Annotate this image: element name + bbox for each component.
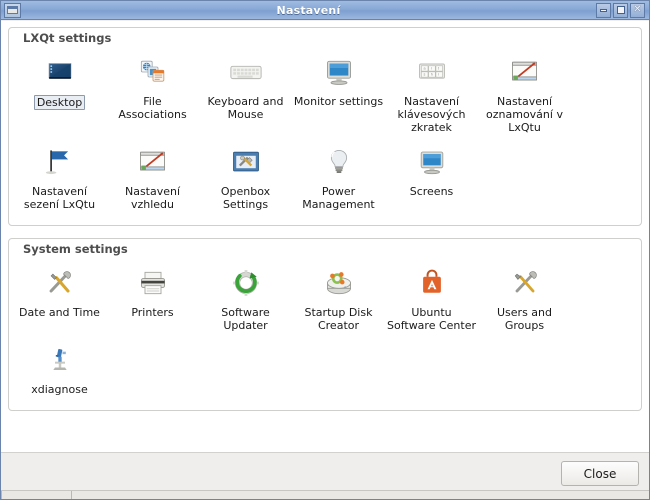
screens-monitor-icon <box>412 142 452 182</box>
window-controls: ✕ <box>596 2 645 18</box>
close-icon: ✕ <box>633 4 642 15</box>
svg-text:h: h <box>430 73 432 77</box>
group-lxqt-settings: LXQt settings Desktop File Associations Ke… <box>8 27 642 226</box>
settings-item-label: Users and Groups <box>497 306 552 332</box>
file-associations-icon <box>133 52 173 92</box>
group-title-system: System settings <box>19 242 132 256</box>
system-settings-grid: Date and Time Printers Software Updater Sta… <box>9 239 641 410</box>
microscope-icon <box>40 340 80 380</box>
settings-item-label: Date and Time <box>19 306 100 319</box>
settings-item-label: Software Updater <box>221 306 270 332</box>
settings-item-label: Keyboard and Mouse <box>207 95 284 121</box>
keyboard-icon <box>226 52 266 92</box>
settings-item-label: Printers <box>131 306 174 319</box>
software-updater-icon <box>226 263 266 303</box>
blue-flag-icon <box>40 142 80 182</box>
monitor-icon <box>319 52 359 92</box>
desktop-wallpaper-icon <box>40 52 80 92</box>
keyboard-shortcuts-icon: altshi <box>412 52 452 92</box>
settings-item-software-updater[interactable]: Software Updater <box>199 261 292 338</box>
settings-item-label: Openbox Settings <box>220 185 271 211</box>
settings-item-file-associations[interactable]: File Associations <box>106 50 199 140</box>
footer-bar: Close <box>1 452 649 499</box>
settings-item-label: Nastavení vzhledu <box>124 185 181 211</box>
settings-item-desktop[interactable]: Desktop <box>13 50 106 140</box>
settings-item-label: Monitor settings <box>293 95 384 108</box>
screwdriver-wrench-icon <box>40 263 80 303</box>
settings-item-date-and-time[interactable]: Date and Time <box>13 261 106 338</box>
settings-item-label: Nastavení oznamování v LxQtu <box>486 95 563 134</box>
title-bar[interactable]: Nastavení ✕ <box>1 1 649 20</box>
users-groups-icon <box>505 263 545 303</box>
settings-item-label: Nastavení sezení LxQtu <box>23 185 96 211</box>
appearance-window-icon <box>133 142 173 182</box>
close-button[interactable]: Close <box>561 461 639 486</box>
settings-item-keyboard-and-mouse[interactable]: Keyboard and Mouse <box>199 50 292 140</box>
settings-item-label: xdiagnose <box>31 383 88 396</box>
settings-item-label: File Associations <box>118 95 187 121</box>
settings-item-ubuntu-software-center[interactable]: Ubuntu Software Center <box>385 261 478 338</box>
settings-window: Nastavení ✕ LXQt settings Desktop File As… <box>0 0 650 500</box>
settings-content: LXQt settings Desktop File Associations Ke… <box>1 21 649 452</box>
group-system-settings: System settings Date and Time Printers Sof… <box>8 238 642 411</box>
svg-text:s: s <box>423 73 425 77</box>
settings-item-label: Nastavení klávesových zkratek <box>397 95 466 134</box>
minimize-icon <box>600 8 607 12</box>
window-menu-icon[interactable] <box>4 2 21 18</box>
status-bar-divider-left <box>1 491 2 499</box>
window-title: Nastavení <box>276 3 341 17</box>
openbox-tools-icon <box>226 142 266 182</box>
settings-item-label: Screens <box>409 185 454 198</box>
settings-item-label: Desktop <box>33 95 86 110</box>
lightbulb-icon <box>319 142 359 182</box>
settings-item-xdiagnose[interactable]: xdiagnose <box>13 338 106 402</box>
settings-item-nastaven-oznamov-n-v-lxqtu[interactable]: Nastavení oznamování v LxQtu <box>478 50 571 140</box>
notifications-window-icon <box>505 52 545 92</box>
settings-item-power-management[interactable]: Power Management <box>292 140 385 217</box>
printer-icon <box>133 263 173 303</box>
startup-disk-icon <box>319 263 359 303</box>
status-bar-divider <box>71 491 72 499</box>
settings-item-users-and-groups[interactable]: Users and Groups <box>478 261 571 338</box>
maximize-button[interactable] <box>613 2 628 18</box>
settings-item-monitor-settings[interactable]: Monitor settings <box>292 50 385 140</box>
settings-item-openbox-settings[interactable]: Openbox Settings <box>199 140 292 217</box>
settings-item-startup-disk-creator[interactable]: Startup Disk Creator <box>292 261 385 338</box>
svg-text:t: t <box>438 67 439 71</box>
ubuntu-software-center-icon <box>412 263 452 303</box>
titlebar-close-button[interactable]: ✕ <box>630 2 645 18</box>
settings-item-label: Ubuntu Software Center <box>386 306 476 332</box>
lxqt-settings-grid: Desktop File Associations Keyboard and Mou… <box>9 28 641 225</box>
settings-item-nastaven-vzhledu[interactable]: Nastavení vzhledu <box>106 140 199 217</box>
settings-item-nastaven-sezen-lxqtu[interactable]: Nastavení sezení LxQtu <box>13 140 106 217</box>
settings-item-screens[interactable]: Screens <box>385 140 478 217</box>
settings-item-printers[interactable]: Printers <box>106 261 199 338</box>
status-bar <box>1 490 649 499</box>
settings-item-label: Power Management <box>302 185 375 211</box>
maximize-icon <box>616 6 625 14</box>
settings-item-nastaven-kl-vesov-ch-zkratek[interactable]: a l t s h i Nastavení klávesových zkratek <box>385 50 478 140</box>
settings-item-label: Startup Disk Creator <box>304 306 373 332</box>
group-title-lxqt: LXQt settings <box>19 31 116 45</box>
minimize-button[interactable] <box>596 2 611 18</box>
